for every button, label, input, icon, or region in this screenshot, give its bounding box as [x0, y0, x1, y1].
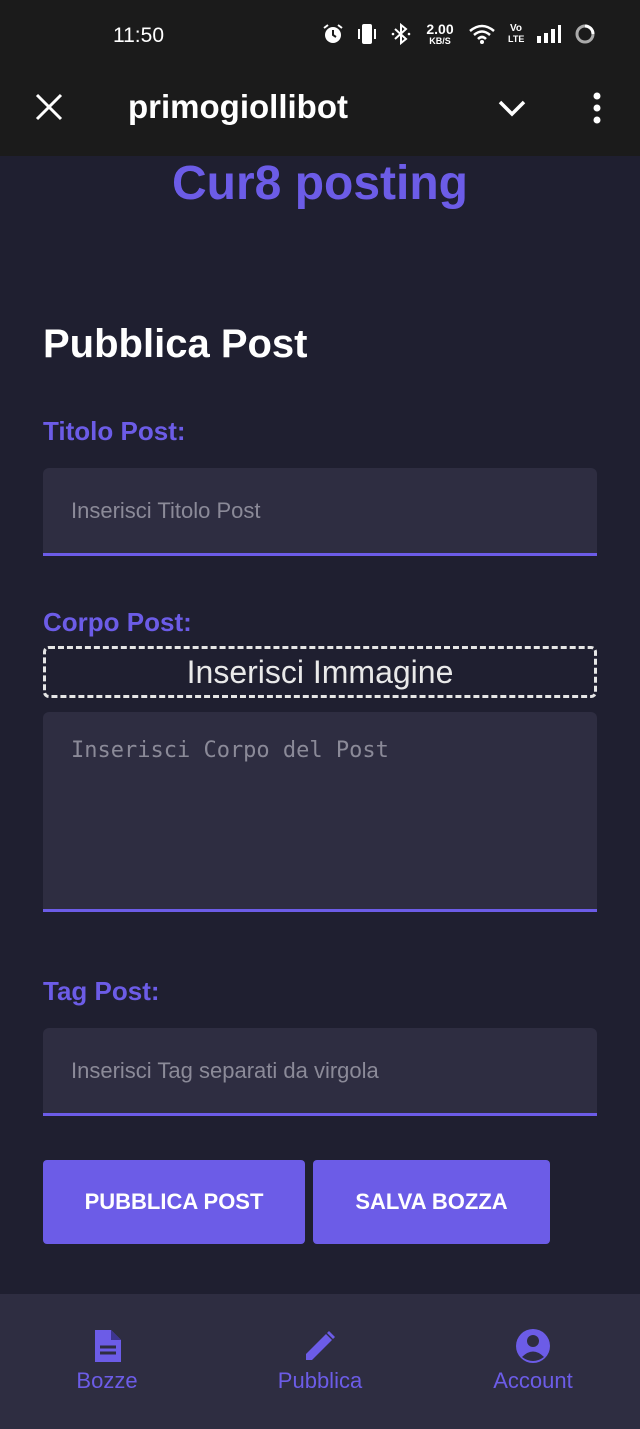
top-bar: primogiollibot: [0, 72, 640, 156]
chevron-down-icon[interactable]: [496, 94, 528, 122]
status-time: 11:50: [113, 24, 164, 47]
loading-icon: [575, 24, 595, 44]
wifi-icon: [469, 24, 495, 44]
title-label: Titolo Post:: [43, 416, 186, 446]
tag-label: Tag Post:: [43, 976, 160, 1006]
nav-item-account[interactable]: Account: [453, 1328, 613, 1394]
network-speed-value: 2.00: [426, 20, 454, 37]
bot-title: primogiollibot: [128, 88, 348, 125]
close-icon[interactable]: [34, 92, 64, 122]
alarm-icon: [323, 24, 343, 43]
nav-label-bozze: Bozze: [76, 1368, 138, 1393]
body-label: Corpo Post:: [43, 607, 192, 637]
save-draft-button[interactable]: SALVA BOZZA: [313, 1160, 550, 1244]
nav-label-account: Account: [493, 1368, 573, 1393]
title-input[interactable]: [43, 468, 597, 556]
volte-indicator: Vo LTE: [508, 23, 524, 45]
tag-input[interactable]: [43, 1028, 597, 1116]
nav-item-pubblica[interactable]: Pubblica: [240, 1328, 400, 1394]
bottom-nav: Bozze Pubblica Account: [0, 1294, 640, 1429]
account-circle-icon: [516, 1329, 550, 1363]
signal-icon: [537, 25, 561, 43]
document-icon: [95, 1330, 121, 1362]
volte-line-2: LTE: [508, 34, 525, 44]
insert-image-button[interactable]: Inserisci Immagine: [43, 646, 597, 698]
app-title: Cur8 posting: [172, 157, 468, 210]
publish-post-button[interactable]: PUBBLICA POST: [43, 1160, 305, 1244]
bluetooth-icon: [391, 22, 411, 46]
network-speed-unit: KB/S: [429, 35, 451, 46]
pencil-icon: [306, 1331, 335, 1360]
status-bar: 11:50 2.00 KB/S Vo LTE: [0, 0, 640, 72]
volte-line-1: Vo: [509, 23, 523, 34]
section-title: Pubblica Post: [43, 322, 308, 366]
status-icons: 2.00 KB/S Vo LTE: [322, 22, 596, 46]
network-speed: 2.00 KB/S: [424, 20, 456, 46]
nav-item-bozze[interactable]: Bozze: [27, 1328, 187, 1394]
nav-label-pubblica: Pubblica: [277, 1368, 363, 1393]
vibrate-icon: [358, 24, 376, 44]
more-vert-icon[interactable]: [584, 90, 610, 126]
body-textarea[interactable]: [43, 712, 597, 912]
